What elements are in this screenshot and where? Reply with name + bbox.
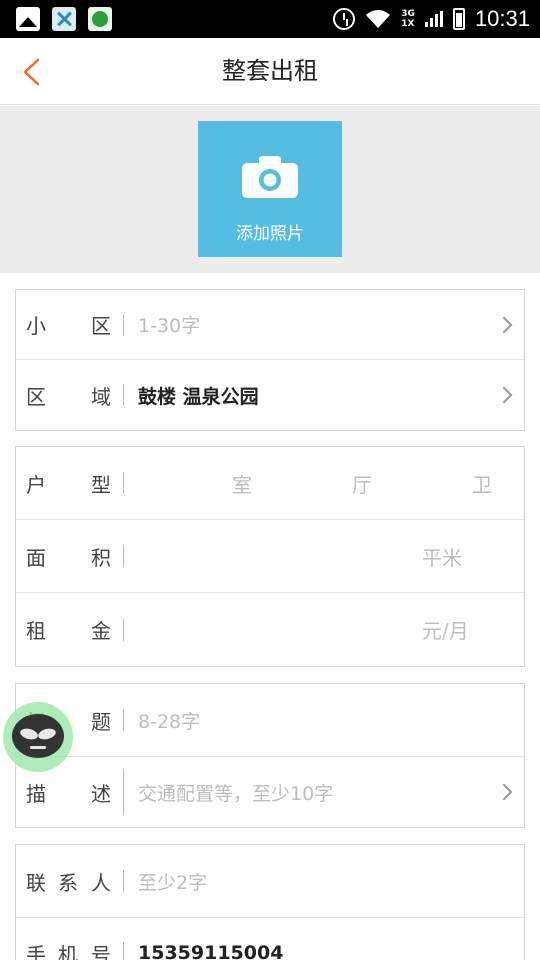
- contact-group: 联 系 人 至少2字 手 机 号 15359115004: [15, 844, 525, 960]
- contact-input[interactable]: 至少2字: [138, 845, 207, 917]
- divider: [123, 313, 124, 336]
- contact-label-2: 系: [58, 870, 78, 895]
- phone-row[interactable]: 手 机 号 15359115004: [16, 918, 524, 960]
- area-unit: 平米: [422, 545, 462, 570]
- divider: [123, 942, 124, 960]
- photo-section: 添加照片: [0, 106, 540, 273]
- network-1x-label: 1X: [401, 19, 415, 29]
- page-title: 整套出租: [222, 57, 318, 85]
- divider: [123, 472, 124, 494]
- headline-label-2: 题: [91, 709, 111, 734]
- system-icons: 3G 1X 10:31: [333, 0, 530, 38]
- alarm-icon: [333, 8, 356, 30]
- property-group: 户 型 室 厅 卫 面 积 平米 租 金 元/月: [15, 446, 525, 667]
- battery-icon: [452, 8, 465, 30]
- headline-input[interactable]: 8-28字: [138, 684, 200, 756]
- community-input[interactable]: 1-30字: [138, 290, 200, 359]
- chevron-right-icon: [495, 783, 513, 801]
- network-3g-label: 3G: [401, 9, 415, 19]
- chevron-right-icon: [495, 316, 513, 333]
- add-photo-label: 添加照片: [236, 224, 304, 244]
- signal-icon: [424, 11, 443, 27]
- notification-icons: [16, 7, 112, 31]
- add-photo-button[interactable]: 添加照片: [198, 121, 342, 257]
- area-row[interactable]: 面 积 平米: [16, 520, 524, 593]
- rent-label-1: 租: [26, 619, 46, 643]
- layout-row[interactable]: 户 型 室 厅 卫: [16, 447, 524, 520]
- rent-label-2: 金: [91, 619, 111, 643]
- floating-assistant-button[interactable]: [3, 702, 73, 772]
- rent-row[interactable]: 租 金 元/月: [16, 593, 524, 666]
- divider: [123, 618, 124, 641]
- room-unit: 室: [232, 472, 252, 497]
- bath-unit: 卫: [472, 472, 492, 497]
- gallery-icon: [16, 7, 40, 31]
- district-value[interactable]: 鼓楼 温泉公园: [138, 360, 259, 430]
- listing-text-group: 标 题 8-28字 描 述 交通配置等，至少10字: [15, 683, 525, 828]
- phone-label-3: 号: [91, 942, 111, 960]
- divider: [123, 769, 124, 815]
- description-input[interactable]: 交通配置等，至少10字: [138, 757, 333, 827]
- community-label-2: 区: [91, 314, 111, 338]
- layout-label-2: 型: [91, 472, 111, 497]
- hall-unit: 厅: [352, 472, 372, 497]
- divider: [123, 870, 124, 892]
- community-row[interactable]: 小 区 1-30字: [16, 290, 524, 360]
- contact-label-3: 人: [91, 870, 111, 895]
- headline-row[interactable]: 标 题 8-28字: [16, 684, 524, 757]
- alien-app-icon: [88, 7, 112, 31]
- community-label-1: 小: [26, 314, 46, 338]
- phone-label-2: 机: [58, 942, 78, 960]
- district-row[interactable]: 区 域 鼓楼 温泉公园: [16, 360, 524, 430]
- area-label-1: 面: [26, 545, 46, 570]
- layout-label-1: 户: [26, 472, 46, 497]
- nav-bar: 整套出租: [0, 38, 540, 105]
- rent-unit: 元/月: [422, 619, 469, 643]
- divider: [123, 709, 124, 731]
- contact-label-1: 联: [26, 870, 46, 895]
- wifi-icon: [366, 10, 391, 28]
- tool-app-icon: [52, 7, 76, 31]
- area-label-2: 积: [91, 545, 111, 570]
- network-type: 3G 1X: [401, 9, 415, 29]
- clock: 10:31: [474, 6, 530, 31]
- alien-face-icon: [12, 714, 64, 758]
- location-group: 小 区 1-30字 区 域 鼓楼 温泉公园: [15, 289, 525, 431]
- divider: [123, 384, 124, 406]
- chevron-right-icon: [495, 386, 513, 404]
- description-label-2: 述: [91, 781, 111, 806]
- district-label-2: 域: [91, 384, 111, 409]
- district-label-1: 区: [26, 384, 46, 409]
- description-row[interactable]: 描 述 交通配置等，至少10字: [16, 757, 524, 827]
- status-bar: 3G 1X 10:31: [0, 0, 540, 38]
- contact-row[interactable]: 联 系 人 至少2字: [16, 845, 524, 918]
- camera-icon: [242, 156, 298, 198]
- phone-value[interactable]: 15359115004: [138, 918, 283, 960]
- divider: [123, 545, 124, 567]
- phone-label-1: 手: [26, 942, 46, 960]
